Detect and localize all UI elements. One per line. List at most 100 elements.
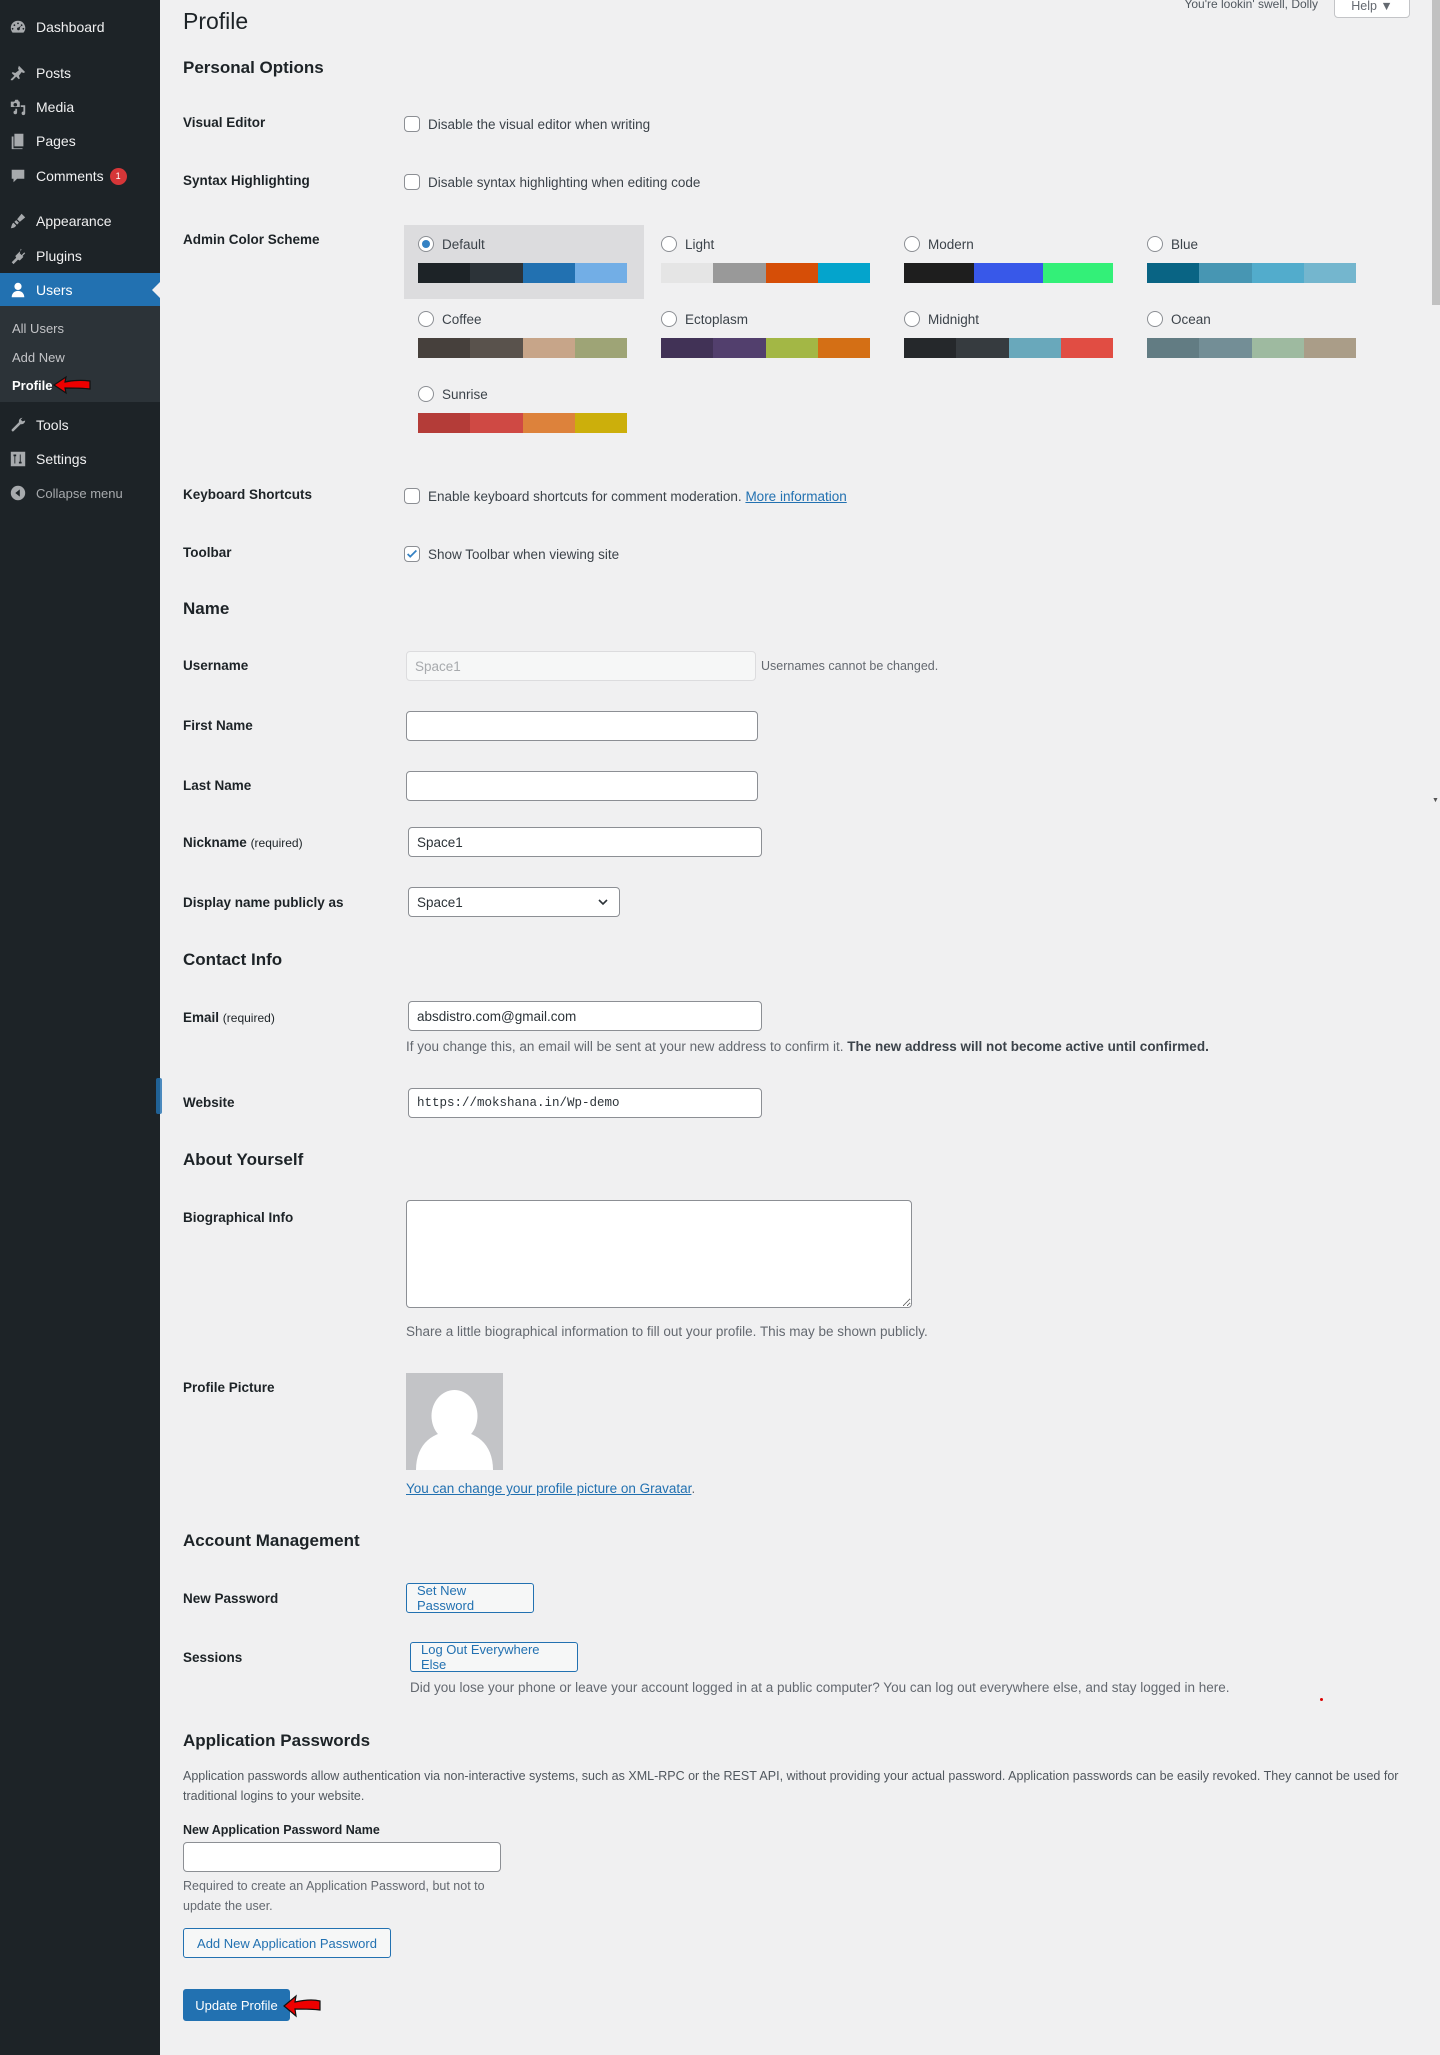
pages-icon [8, 131, 28, 151]
keyboard-shortcuts-text: Enable keyboard shortcuts for comment mo… [428, 488, 742, 504]
color-swatch [574, 413, 627, 433]
website-input[interactable]: https://mokshana.in/Wp-demo [408, 1088, 762, 1118]
app-password-note: Required to create an Application Passwo… [183, 1879, 485, 1913]
color-scheme-light[interactable]: Light [647, 225, 887, 299]
color-scheme-name: Sunrise [442, 386, 488, 402]
menu-item-posts[interactable]: Posts [0, 56, 160, 90]
color-scheme-radio[interactable] [1147, 311, 1163, 327]
color-scheme-sunrise[interactable]: Sunrise [404, 375, 644, 449]
keyboard-shortcuts-checkbox[interactable] [404, 488, 420, 504]
color-scheme-ectoplasm[interactable]: Ectoplasm [647, 300, 887, 374]
submenu-profile[interactable]: Profile [12, 378, 52, 393]
menu-item-pages[interactable]: Pages [0, 124, 160, 158]
menu-label: Appearance [36, 213, 112, 229]
email-input[interactable]: absdistro.com@gmail.com [408, 1001, 762, 1031]
plugin-icon [8, 246, 28, 266]
brush-icon [8, 211, 28, 231]
color-scheme-modern[interactable]: Modern [890, 225, 1130, 299]
submenu-all-users[interactable]: All Users [12, 321, 64, 336]
gravatar-note: You can change your profile picture on G… [406, 1481, 695, 1496]
menu-item-settings[interactable]: Settings [0, 442, 160, 476]
visual-editor-checkbox[interactable] [404, 116, 420, 132]
color-scheme-midnight[interactable]: Midnight [890, 300, 1130, 374]
menu-label: Users [36, 282, 73, 298]
hello-dolly-text: You're lookin' swell, Dolly [1184, 0, 1318, 11]
color-scheme-radio[interactable] [661, 311, 677, 327]
syntax-highlighting-checkbox[interactable] [404, 174, 420, 190]
last-name-input[interactable] [406, 771, 758, 801]
log-out-everywhere-button[interactable]: Log Out Everywhere Else [410, 1642, 578, 1672]
color-scheme-radio[interactable] [1147, 236, 1163, 252]
color-swatch [1251, 263, 1304, 283]
submenu-add-new[interactable]: Add New [12, 350, 65, 365]
app-password-name-input[interactable] [183, 1842, 501, 1872]
color-scheme-default[interactable]: Default [404, 225, 644, 299]
dashboard-icon [8, 17, 28, 37]
color-swatches [661, 338, 870, 358]
color-scheme-radio[interactable] [904, 236, 920, 252]
color-scheme-blue[interactable]: Blue [1133, 225, 1373, 299]
first-name-input[interactable] [406, 711, 758, 741]
color-scheme-option[interactable]: Light [661, 236, 714, 252]
more-information-link[interactable]: More information [745, 489, 846, 504]
menu-item-tools[interactable]: Tools [0, 408, 160, 442]
update-profile-button[interactable]: Update Profile [183, 1989, 290, 2021]
stray-mark [1320, 1698, 1323, 1701]
color-scheme-radio[interactable] [418, 311, 434, 327]
color-scheme-coffee[interactable]: Coffee [404, 300, 644, 374]
section-about-yourself: About Yourself [183, 1150, 304, 1169]
scrollbar-thumb[interactable] [1432, 0, 1440, 305]
set-new-password-button[interactable]: Set New Password [406, 1583, 534, 1613]
add-application-password-button[interactable]: Add New Application Password [183, 1928, 391, 1958]
comment-count-badge: 1 [109, 167, 127, 185]
color-swatch [522, 338, 575, 358]
menu-item-dashboard[interactable]: Dashboard [0, 10, 160, 44]
color-scheme-option[interactable]: Blue [1147, 236, 1198, 252]
color-swatch [1008, 338, 1061, 358]
checkmark-icon [407, 549, 417, 558]
color-scheme-option[interactable]: Coffee [418, 311, 482, 327]
color-scheme-radio[interactable] [418, 386, 434, 402]
display-name-select[interactable]: Space1 [408, 887, 620, 917]
color-scheme-radio[interactable] [661, 236, 677, 252]
color-swatch [1147, 263, 1200, 283]
color-scheme-radio[interactable] [904, 311, 920, 327]
display-name-value: Space1 [417, 894, 463, 910]
menu-item-comments[interactable]: Comments 1 [0, 159, 160, 193]
color-scheme-option[interactable]: Modern [904, 236, 974, 252]
menu-item-plugins[interactable]: Plugins [0, 239, 160, 273]
color-swatch [661, 338, 714, 358]
settings-icon [8, 449, 28, 469]
toolbar-option[interactable]: Show Toolbar when viewing site [404, 546, 619, 562]
help-tab-button[interactable]: Help ▼ [1334, 0, 1410, 18]
collapse-menu-button[interactable]: Collapse menu [0, 476, 160, 510]
syntax-highlighting-option[interactable]: Disable syntax highlighting when editing… [404, 174, 700, 190]
color-scheme-option[interactable]: Ectoplasm [661, 311, 748, 327]
color-scheme-option[interactable]: Default [418, 236, 485, 252]
vertical-scrollbar[interactable]: ▼ [1432, 0, 1440, 820]
color-swatch [817, 263, 870, 283]
menu-item-users[interactable]: Users [0, 273, 160, 307]
red-arrow-annotation-icon [52, 375, 91, 395]
color-scheme-radio[interactable] [418, 236, 434, 252]
keyboard-shortcuts-option[interactable]: Enable keyboard shortcuts for comment mo… [404, 488, 847, 504]
color-scheme-name: Ocean [1171, 311, 1211, 327]
visual-editor-option[interactable]: Disable the visual editor when writing [404, 116, 650, 132]
color-swatch [956, 338, 1009, 358]
color-scheme-option[interactable]: Midnight [904, 311, 979, 327]
color-scheme-option[interactable]: Ocean [1147, 311, 1211, 327]
color-scheme-ocean[interactable]: Ocean [1133, 300, 1373, 374]
toolbar-checkbox[interactable] [404, 546, 420, 562]
scroll-down-arrow-icon[interactable]: ▼ [1432, 797, 1440, 805]
gravatar-link[interactable]: You can change your profile picture on G… [406, 1481, 691, 1496]
bio-textarea[interactable] [406, 1200, 912, 1308]
user-icon [8, 280, 28, 300]
color-swatch [574, 263, 627, 283]
menu-item-appearance[interactable]: Appearance [0, 204, 160, 238]
main-content: You're lookin' swell, Dolly Help ▼ Profi… [160, 0, 1440, 2055]
menu-item-media[interactable]: Media [0, 90, 160, 124]
nickname-input[interactable]: Space1 [408, 827, 762, 857]
default-avatar-icon [416, 1390, 493, 1470]
app-passwords-description: Application passwords allow authenticati… [183, 1769, 1399, 1803]
color-scheme-option[interactable]: Sunrise [418, 386, 488, 402]
